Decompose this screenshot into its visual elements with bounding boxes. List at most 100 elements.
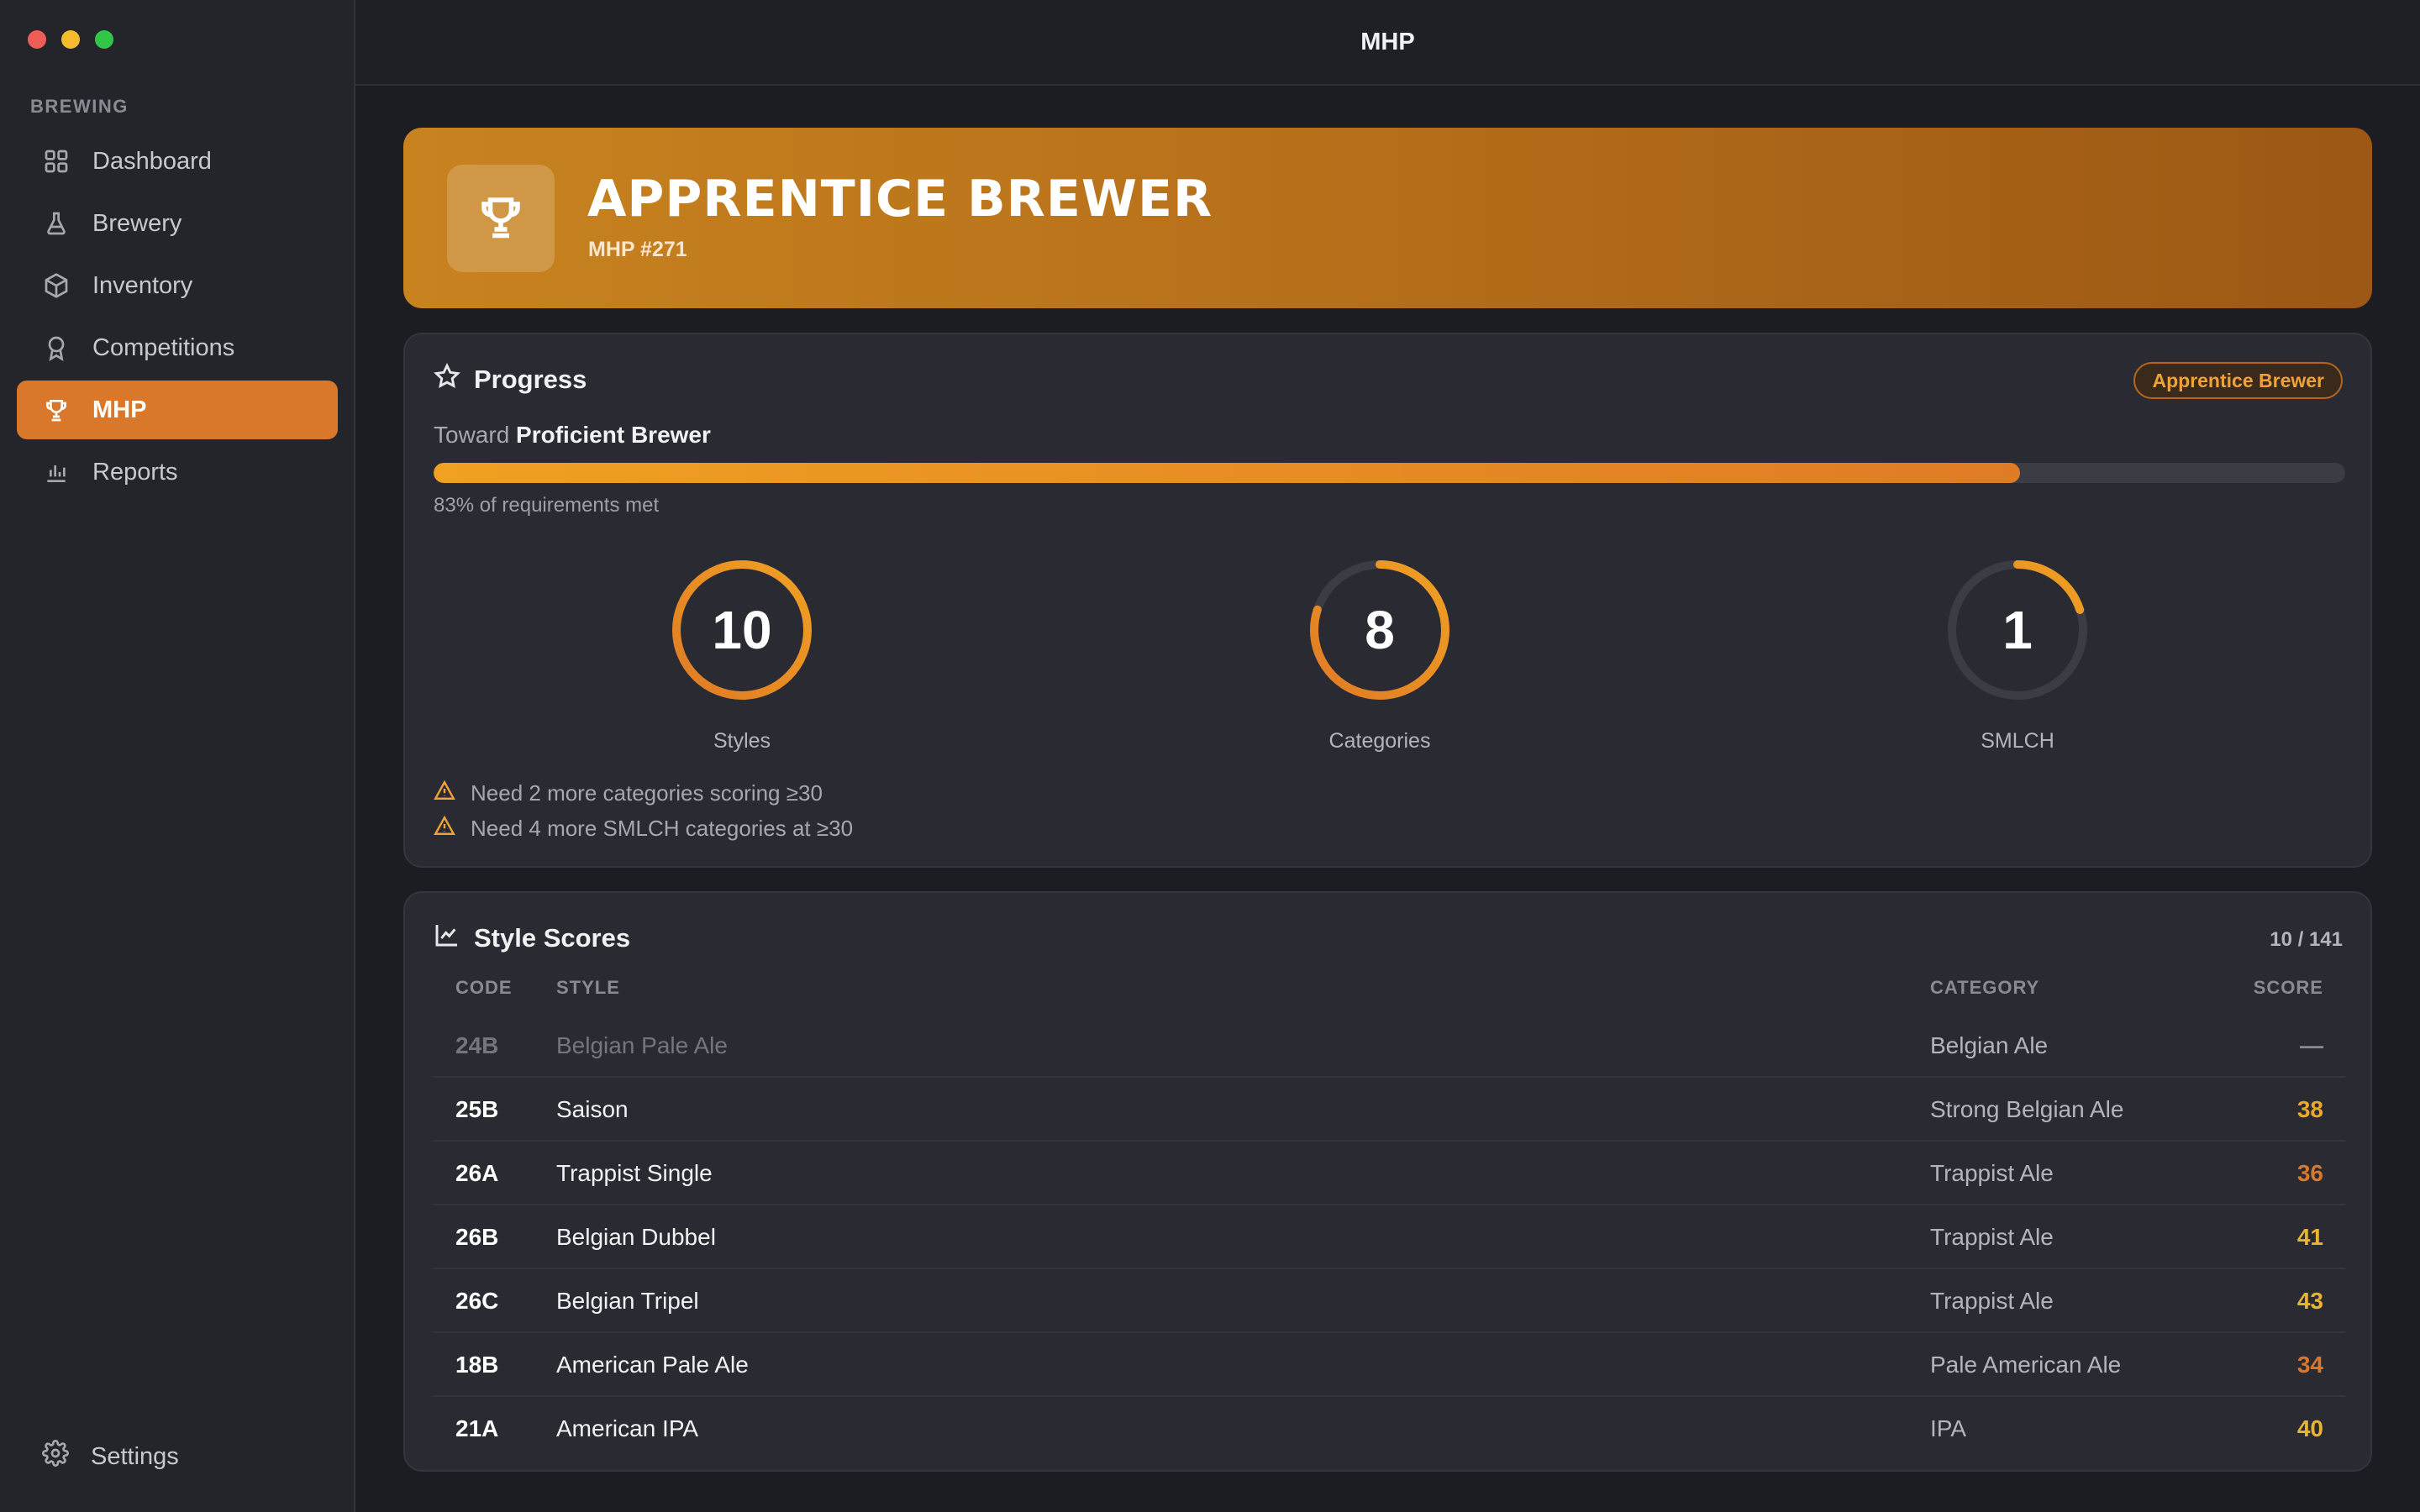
ring-value: 10 [712, 600, 772, 660]
style-category: Belgian Ale [1930, 1032, 2049, 1058]
progress-title: Progress [474, 365, 587, 394]
table-row[interactable]: 26C Belgian Tripel Trappist Ale 43 [434, 1269, 2345, 1333]
table-row[interactable]: 26A Trappist Single Trappist Ale 36 [434, 1142, 2345, 1205]
style-category: Pale American Ale [1930, 1352, 2122, 1378]
sidebar-item-brewery[interactable]: Brewery [17, 194, 338, 253]
style-scores-heading: Style Scores [434, 921, 630, 955]
sidebar: BREWING Dashboard Brewery Inventory Comp… [0, 0, 355, 1512]
style-scores-table: 24B Belgian Pale Ale Belgian Ale — 25B Saison… [434, 1014, 2345, 1461]
style-category: IPA [1930, 1415, 1967, 1441]
flask-icon [42, 209, 71, 238]
requirement-warning: Need 2 more categories scoring ≥30 [434, 780, 823, 807]
minimize-window-button[interactable] [61, 30, 80, 49]
progress-card: Progress Apprentice Brewer Toward Profic… [403, 333, 2372, 868]
warning-icon [434, 780, 471, 807]
window-title: MHP [355, 0, 2420, 86]
ring-value: 8 [1365, 600, 1395, 660]
style-code: 26B [455, 1224, 499, 1250]
ring-label: Styles [713, 729, 771, 753]
rank-banner: APPRENTICE BREWER MHP #271 [403, 128, 2372, 308]
progress-caption: 83% of requirements met [434, 494, 660, 517]
app-window: BREWING Dashboard Brewery Inventory Comp… [0, 0, 2420, 1512]
box-icon [42, 271, 71, 300]
ring-label: Categories [1328, 729, 1431, 753]
toward-label: Toward Proficient Brewer [434, 422, 711, 449]
ring-value: 1 [2002, 600, 2033, 660]
column-header-category[interactable]: CATEGORY [1930, 977, 2039, 999]
requirement-warning: Need 4 more SMLCH categories at ≥30 [434, 815, 853, 843]
warning-text: Need 2 more categories scoring ≥30 [471, 780, 823, 806]
style-code: 26C [455, 1288, 499, 1314]
style-category: Strong Belgian Ale [1930, 1096, 2124, 1122]
zoom-window-button[interactable] [95, 30, 113, 49]
table-header: CODE STYLE CATEGORY SCORE [434, 977, 2345, 1007]
style-name: American IPA [556, 1415, 699, 1441]
table-row[interactable]: 26B Belgian Dubbel Trappist Ale 41 [434, 1205, 2345, 1269]
progress-bar [434, 463, 2345, 483]
sidebar-item-label: Brewery [92, 209, 182, 237]
sidebar-item-label: MHP [92, 396, 147, 423]
style-score: 36 [2296, 1160, 2323, 1186]
sidebar-nav: Dashboard Brewery Inventory Competitions… [17, 132, 338, 505]
style-code: 26A [455, 1160, 499, 1186]
ribbon-icon [42, 333, 71, 362]
style-name: Belgian Dubbel [556, 1224, 716, 1250]
column-header-style[interactable]: STYLE [556, 977, 620, 999]
sidebar-item-reports[interactable]: Reports [17, 443, 338, 501]
table-row[interactable]: 25B Saison Strong Belgian Ale 38 [434, 1078, 2345, 1142]
style-name: Belgian Pale Ale [556, 1032, 728, 1058]
style-name: American Pale Ale [556, 1352, 749, 1378]
sidebar-item-label: Inventory [92, 271, 193, 299]
bar-chart-icon [42, 458, 71, 486]
sidebar-item-mhp[interactable]: MHP [17, 381, 338, 439]
style-score: 38 [2296, 1096, 2323, 1122]
style-score: 43 [2296, 1288, 2323, 1314]
style-scores-title: Style Scores [474, 923, 631, 953]
gear-icon [42, 1440, 91, 1473]
close-window-button[interactable] [28, 30, 46, 49]
style-name: Saison [556, 1096, 629, 1122]
style-score: 34 [2296, 1352, 2323, 1378]
sidebar-item-settings[interactable]: Settings [42, 1440, 179, 1473]
style-count: 10 / 141 [2270, 928, 2343, 951]
toward-target: Proficient Brewer [516, 422, 711, 448]
column-header-score[interactable]: SCORE [2254, 977, 2323, 999]
sidebar-item-inventory[interactable]: Inventory [17, 256, 338, 315]
style-code: 21A [455, 1415, 499, 1441]
settings-label: Settings [91, 1442, 179, 1470]
trophy-icon [476, 192, 526, 246]
style-score: 41 [2296, 1224, 2323, 1250]
sidebar-item-competitions[interactable]: Competitions [17, 318, 338, 377]
rank-subtitle: MHP #271 [588, 238, 687, 261]
style-category: Trappist Ale [1930, 1288, 2054, 1314]
main-content: MHP APPRENTICE BREWER MHP #271 Progress … [355, 0, 2420, 1512]
styles-ring: 10 Styles [658, 556, 826, 753]
style-code: 18B [455, 1352, 499, 1378]
style-category: Trappist Ale [1930, 1224, 2054, 1250]
style-score: — [2300, 1032, 2323, 1058]
table-row[interactable]: 21A American IPA IPA 40 [434, 1397, 2345, 1461]
table-row[interactable]: 18B American Pale Ale Pale American Ale 34 [434, 1333, 2345, 1397]
smlch-ring: 1 SMLCH [1933, 556, 2102, 753]
toward-prefix: Toward [434, 422, 510, 448]
line-chart-icon [434, 921, 474, 955]
progress-bar-fill [434, 463, 2021, 483]
table-row[interactable]: 24B Belgian Pale Ale Belgian Ale — [434, 1014, 2345, 1078]
rank-title: APPRENTICE BREWER [587, 170, 1213, 228]
style-score: 40 [2296, 1415, 2323, 1441]
sidebar-item-label: Dashboard [92, 147, 212, 175]
grid-icon [42, 147, 71, 176]
current-rank-badge: Apprentice Brewer [2133, 362, 2343, 399]
warning-text: Need 4 more SMLCH categories at ≥30 [471, 816, 854, 841]
style-name: Belgian Tripel [556, 1288, 699, 1314]
style-scores-card: Style Scores 10 / 141 CODE STYLE CATEGOR… [403, 891, 2372, 1472]
ring-label: SMLCH [1981, 729, 2054, 753]
window-controls [28, 30, 113, 49]
sidebar-item-label: Competitions [92, 333, 235, 361]
column-header-code[interactable]: CODE [455, 977, 513, 999]
progress-heading: Progress [434, 362, 587, 396]
sidebar-item-label: Reports [92, 458, 178, 486]
star-icon [434, 362, 474, 396]
rank-badge [447, 165, 555, 272]
sidebar-item-dashboard[interactable]: Dashboard [17, 132, 338, 191]
